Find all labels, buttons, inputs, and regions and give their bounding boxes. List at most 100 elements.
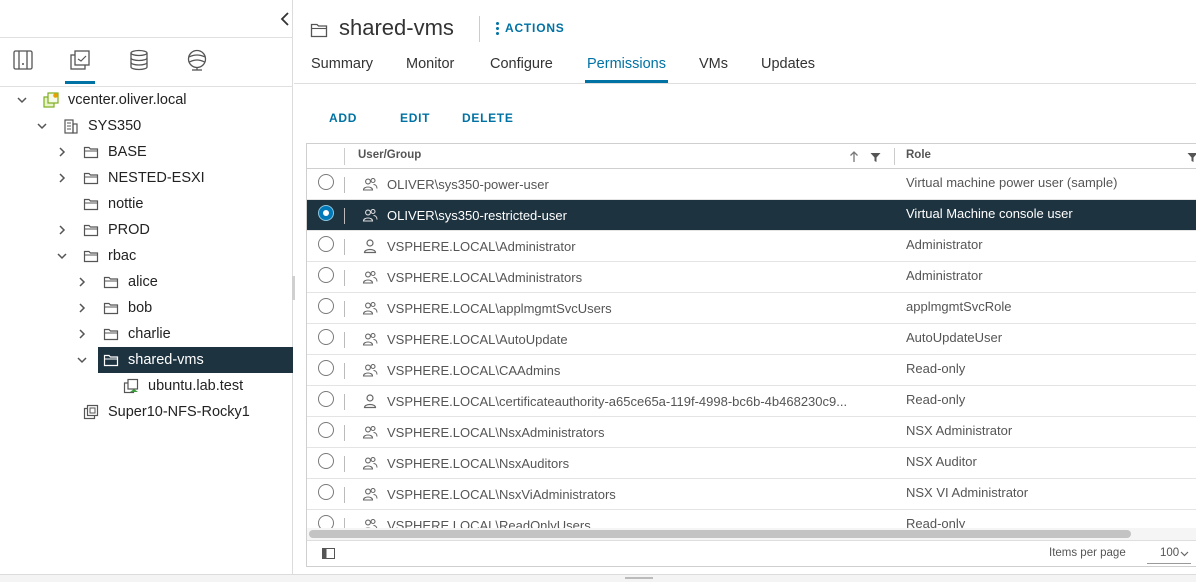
tree-node-vm-template-super10[interactable]: Super10-NFS-Rocky1 — [0, 399, 293, 425]
row-select-radio[interactable] — [318, 484, 334, 500]
bottom-panel-handle[interactable] — [0, 574, 1196, 582]
tree-node-folder-alice[interactable]: alice — [0, 269, 293, 295]
user-group-cell: VSPHERE.LOCAL\NsxViAdministrators — [387, 487, 616, 502]
folder-icon — [83, 172, 99, 185]
tree-node-folder-charlie[interactable]: charlie — [0, 321, 293, 347]
tab-permissions[interactable]: Permissions — [585, 56, 668, 83]
scrollbar-thumb[interactable] — [309, 530, 1131, 538]
tree-node-folder-prod[interactable]: PROD — [0, 217, 293, 243]
actions-menu-button[interactable]: ACTIONS — [496, 21, 565, 35]
tree-node-folder-rbac[interactable]: rbac — [0, 243, 293, 269]
tree-node-label: BASE — [108, 144, 147, 160]
user-group-cell: VSPHERE.LOCAL\applmgmtSvcUsers — [387, 301, 612, 316]
user-group-cell: VSPHERE.LOCAL\CAAdmins — [387, 363, 561, 378]
row-select-radio[interactable] — [318, 453, 334, 469]
row-select-radio[interactable] — [318, 236, 334, 252]
row-select-radio[interactable] — [318, 391, 334, 407]
role-cell: Read-only — [906, 361, 966, 376]
chevron-right-icon[interactable] — [56, 172, 68, 184]
storage-tab[interactable] — [124, 48, 154, 84]
table-row[interactable]: VSPHERE.LOCAL\NsxViAdministrators NSX VI … — [307, 479, 1196, 510]
group-icon — [362, 425, 378, 439]
group-icon — [362, 456, 378, 470]
table-row[interactable]: VSPHERE.LOCAL\applmgmtSvcUsers applmgmtSv… — [307, 293, 1196, 324]
tree-node-label: Super10-NFS-Rocky1 — [108, 404, 250, 420]
sort-ascending-icon[interactable] — [849, 150, 859, 163]
tree-node-label: nottie — [108, 196, 144, 212]
row-select-radio[interactable] — [318, 360, 334, 376]
items-per-page-select[interactable]: 100 — [1147, 544, 1191, 564]
table-row[interactable]: VSPHERE.LOCAL\certificateauthority-a65ce… — [307, 386, 1196, 417]
chevron-down-icon — [1180, 551, 1189, 557]
column-header-user[interactable]: User/Group — [358, 149, 421, 161]
user-group-cell: VSPHERE.LOCAL\AutoUpdate — [387, 332, 568, 347]
horizontal-scrollbar[interactable] — [307, 528, 1196, 540]
chevron-right-icon[interactable] — [56, 224, 68, 236]
row-select-radio[interactable] — [318, 329, 334, 345]
role-cell: Read-only — [906, 392, 966, 407]
column-toggle-icon[interactable] — [322, 548, 335, 559]
tree-node-folder-nottie[interactable]: nottie — [0, 191, 293, 217]
tree-node-label: bob — [128, 300, 153, 316]
table-row[interactable]: VSPHERE.LOCAL\NsxAdministrators NSX Admin… — [307, 417, 1196, 448]
tree-node-folder-bob[interactable]: bob — [0, 295, 293, 321]
table-row[interactable]: VSPHERE.LOCAL\NsxAuditors NSX Auditor — [307, 448, 1196, 479]
edit-button[interactable]: EDIT — [400, 111, 430, 125]
tab-updates[interactable]: Updates — [761, 56, 815, 83]
row-select-radio[interactable] — [318, 298, 334, 314]
column-separator — [344, 208, 345, 224]
column-separator — [344, 425, 345, 441]
folder-icon — [103, 354, 119, 367]
filter-icon[interactable] — [870, 152, 881, 163]
networking-tab[interactable] — [182, 48, 212, 84]
chevron-down-icon[interactable] — [56, 250, 68, 262]
column-header-role[interactable]: Role — [906, 149, 931, 161]
row-select-radio[interactable] — [318, 267, 334, 283]
chevron-right-icon[interactable] — [76, 302, 88, 314]
tab-monitor[interactable]: Monitor — [406, 56, 454, 83]
chevron-right-icon[interactable] — [76, 328, 88, 340]
role-cell: Virtual Machine console user — [906, 206, 1073, 221]
tree-node-label: SYS350 — [88, 118, 142, 134]
row-select-radio[interactable] — [318, 205, 334, 221]
tree-node-vcenter[interactable]: vcenter.oliver.local — [0, 87, 293, 113]
table-row[interactable]: VSPHERE.LOCAL\Administrators Administrato… — [307, 262, 1196, 293]
hosts-clusters-tab[interactable] — [8, 48, 38, 84]
tree-node-vm-ubuntu[interactable]: ubuntu.lab.test — [0, 373, 293, 399]
row-select-radio[interactable] — [318, 422, 334, 438]
tree-node-datacenter[interactable]: SYS350 — [0, 113, 293, 139]
table-row[interactable]: VSPHERE.LOCAL\CAAdmins Read-only — [307, 355, 1196, 386]
chevron-right-icon[interactable] — [56, 146, 68, 158]
filter-icon[interactable] — [1187, 152, 1196, 163]
tree-node-label: NESTED-ESXI — [108, 170, 205, 186]
group-icon — [362, 177, 378, 191]
table-row[interactable]: OLIVER\sys350-power-user Virtual machine … — [307, 169, 1196, 200]
role-cell: NSX VI Administrator — [906, 485, 1029, 500]
tree-node-folder-nested-esxi[interactable]: NESTED-ESXI — [0, 165, 293, 191]
tree-node-folder-base[interactable]: BASE — [0, 139, 293, 165]
role-cell: AutoUpdateUser — [906, 330, 1003, 345]
tab-vms[interactable]: VMs — [699, 56, 728, 83]
tree-node-label: rbac — [108, 248, 137, 264]
chevron-down-icon[interactable] — [36, 120, 48, 132]
table-row[interactable]: VSPHERE.LOCAL\Administrator Administrator — [307, 231, 1196, 262]
items-per-page-value: 100 — [1160, 547, 1180, 559]
user-group-cell: OLIVER\sys350-power-user — [387, 177, 549, 192]
folder-icon — [103, 276, 119, 289]
vm-icon — [123, 378, 139, 394]
delete-button[interactable]: DELETE — [462, 111, 514, 125]
tree-node-folder-shared-vms[interactable]: shared-vms — [0, 347, 293, 373]
vms-templates-tab[interactable] — [65, 48, 95, 84]
tab-configure[interactable]: Configure — [490, 56, 553, 83]
tree-node-label: vcenter.oliver.local — [68, 92, 187, 108]
tab-summary[interactable]: Summary — [311, 56, 373, 83]
column-separator — [344, 332, 345, 348]
chevron-down-icon[interactable] — [76, 354, 88, 366]
row-select-radio[interactable] — [318, 174, 334, 190]
table-row[interactable]: VSPHERE.LOCAL\AutoUpdate AutoUpdateUser — [307, 324, 1196, 355]
table-row[interactable]: OLIVER\sys350-restricted-user Virtual Mac… — [307, 200, 1196, 231]
add-button[interactable]: ADD — [329, 111, 357, 125]
chevron-right-icon[interactable] — [76, 276, 88, 288]
collapse-panel-button[interactable] — [278, 10, 292, 28]
chevron-down-icon[interactable] — [16, 94, 28, 106]
